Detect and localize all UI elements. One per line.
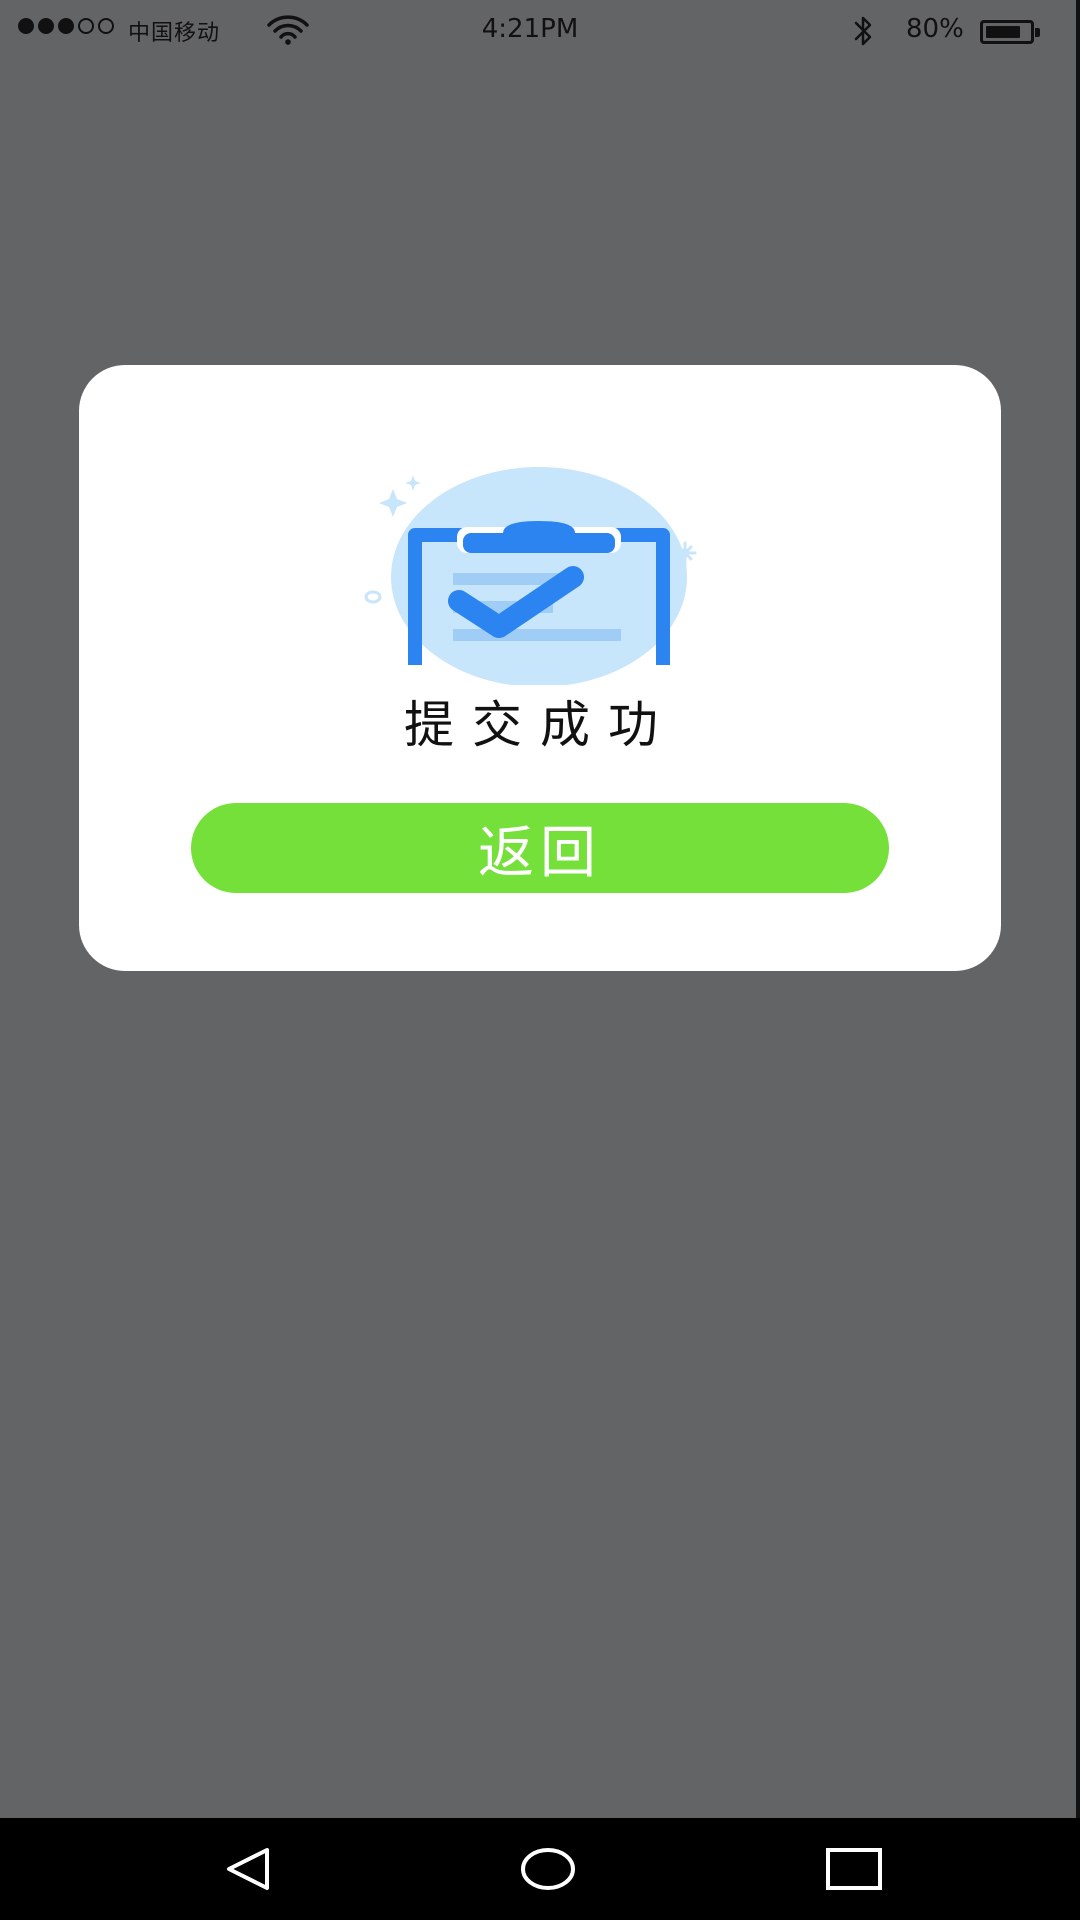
home-circle-icon[interactable] [518, 1844, 578, 1894]
back-triangle-icon[interactable] [218, 1844, 278, 1894]
clock: 4:21PM [481, 14, 579, 44]
battery-icon [980, 20, 1040, 44]
navigation-bar [0, 1818, 1080, 1920]
screen: 中国移动 4:21PM 80% 提交成功 返回 [0, 0, 1080, 1920]
dialog-title: 提交成功 [404, 696, 676, 754]
recent-square-icon[interactable] [824, 1844, 884, 1894]
battery-cap [1035, 28, 1040, 37]
battery-fill [986, 26, 1020, 38]
clipboard-check-icon [359, 465, 719, 687]
success-dialog: 提交成功 返回 [79, 365, 1001, 971]
battery-percent: 80% [906, 14, 964, 44]
status-bar: 中国移动 4:21PM 80% [0, 0, 1080, 64]
bluetooth-icon [850, 14, 878, 52]
screen-edge [1076, 0, 1080, 1818]
back-button[interactable]: 返回 [191, 803, 889, 893]
